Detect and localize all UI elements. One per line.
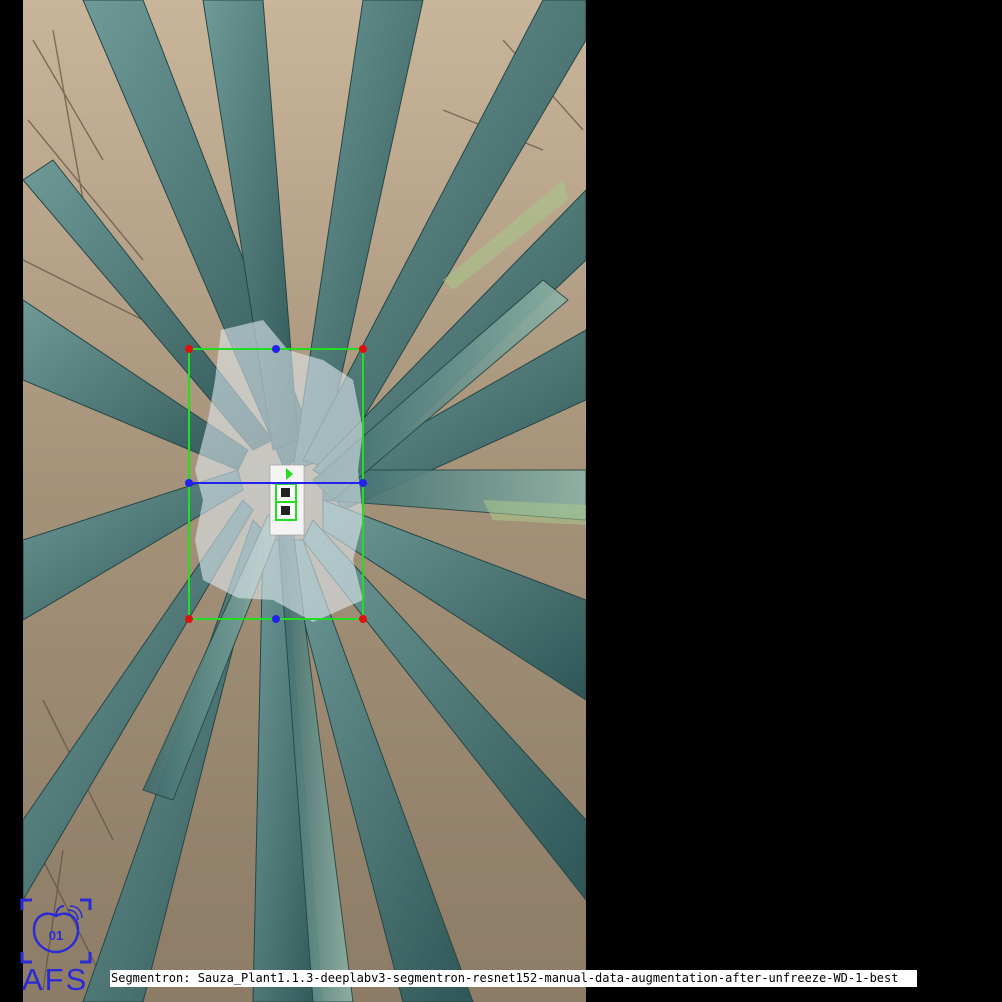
logo-text: AFS: [22, 962, 89, 997]
logo-badge-text: 01: [49, 928, 63, 943]
corner-point-top-right: [359, 345, 367, 353]
midpoint-right: [359, 479, 367, 487]
corner-point-top-left: [185, 345, 193, 353]
midpoint-left: [185, 479, 193, 487]
model-caption: Segmentron: Sauza_Plant1.1.3-deeplabv3-s…: [110, 970, 917, 987]
midpoint-top: [272, 345, 280, 353]
corner-point-bottom-left: [185, 615, 193, 623]
corner-point-bottom-right: [359, 615, 367, 623]
measurement-overlay: [185, 345, 367, 623]
midpoint-bottom: [272, 615, 280, 623]
